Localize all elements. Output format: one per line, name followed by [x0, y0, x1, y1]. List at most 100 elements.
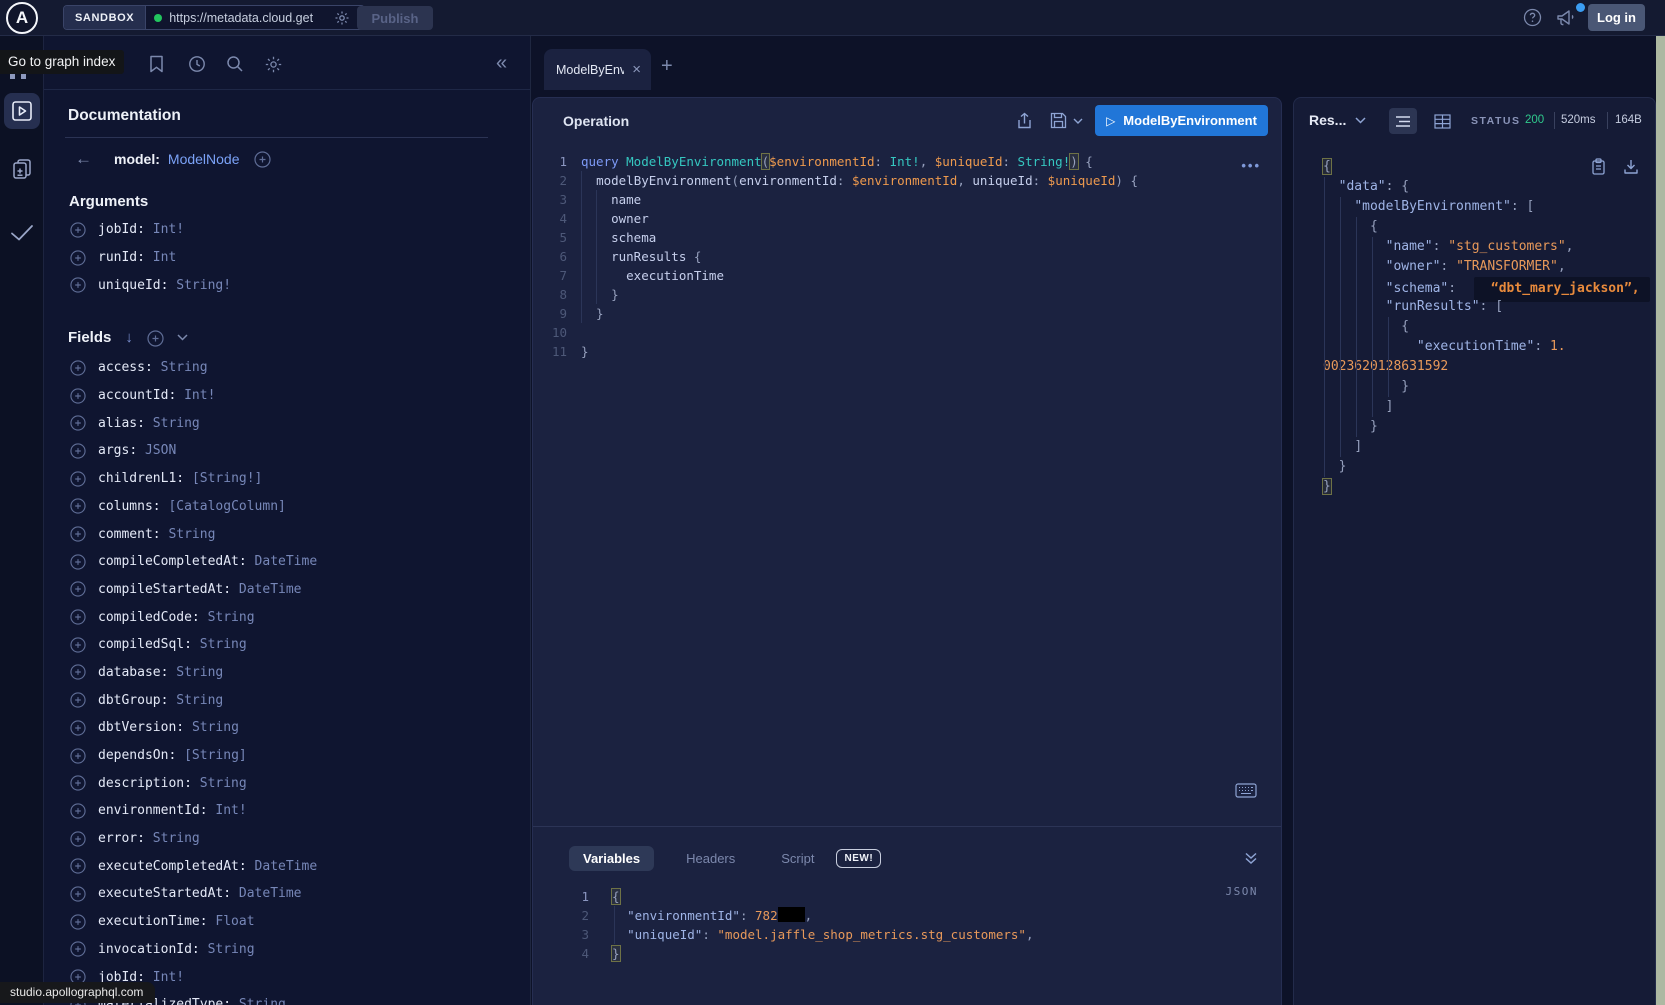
collapse-variables-chevron-icon[interactable]: [1244, 851, 1258, 865]
variables-editor[interactable]: JSON 1234 { "environmentId": 782, "uniqu…: [533, 879, 1281, 1005]
field-name[interactable]: args: [98, 443, 129, 458]
field-name[interactable]: invocationId: [98, 942, 192, 957]
tab-close-icon[interactable]: ×: [632, 62, 641, 77]
add-to-query-icon[interactable]: [70, 914, 86, 930]
field-type-link[interactable]: [CatalogColumn]: [168, 499, 285, 514]
operation-menu-icon[interactable]: •••: [1241, 158, 1261, 173]
code-line[interactable]: }: [1323, 417, 1651, 437]
add-to-query-icon[interactable]: [70, 443, 86, 459]
code-line[interactable]: }: [1323, 477, 1651, 497]
field-name[interactable]: access: [98, 360, 145, 375]
explorer-nav-button[interactable]: [4, 93, 40, 129]
field-name[interactable]: compiledCode: [98, 610, 192, 625]
field-type-link[interactable]: String: [176, 693, 223, 708]
endpoint-url[interactable]: https://metadata.cloud.get: [169, 11, 327, 25]
table-view-toggle[interactable]: [1428, 108, 1456, 134]
tab-variables[interactable]: Variables: [569, 846, 654, 871]
field-type-link[interactable]: String: [200, 776, 247, 791]
code-line[interactable]: owner: [581, 209, 1271, 228]
add-to-query-icon[interactable]: [70, 609, 86, 625]
add-to-query-icon[interactable]: [70, 360, 86, 376]
schema-field-row[interactable]: dependsOn: [String]: [44, 742, 530, 770]
code-line[interactable]: "data": {: [1323, 177, 1651, 197]
field-name[interactable]: environmentId: [98, 803, 200, 818]
sort-fields-icon[interactable]: ↓: [125, 329, 133, 346]
add-to-query-icon[interactable]: [70, 941, 86, 957]
code-line[interactable]: {: [612, 887, 1271, 906]
field-name[interactable]: jobId: [98, 222, 137, 237]
field-type-link[interactable]: ModelNode: [168, 151, 240, 167]
history-clock-icon[interactable]: [188, 55, 206, 73]
add-to-query-icon[interactable]: [70, 554, 86, 570]
schema-field-row[interactable]: comment: String: [44, 520, 530, 548]
add-to-query-icon[interactable]: [70, 748, 86, 764]
code-line[interactable]: }: [581, 342, 1271, 361]
field-type-link[interactable]: String!: [176, 278, 231, 293]
field-name[interactable]: executeStartedAt: [98, 886, 223, 901]
code-line[interactable]: {: [1323, 217, 1651, 237]
schema-field-row[interactable]: error: String: [44, 825, 530, 853]
field-type-link[interactable]: JSON: [145, 443, 176, 458]
schema-field-row[interactable]: uniqueId: String!: [44, 271, 530, 299]
schema-field-row[interactable]: dbtVersion: String: [44, 714, 530, 742]
field-name[interactable]: compileStartedAt: [98, 582, 223, 597]
field-name[interactable]: compileCompletedAt: [98, 554, 239, 569]
code-line[interactable]: {: [1323, 157, 1651, 177]
variables-code[interactable]: { "environmentId": 782, "uniqueId": "mod…: [612, 887, 1271, 963]
code-line[interactable]: "uniqueId": "model.jaffle_shop_metrics.s…: [612, 925, 1271, 944]
add-to-query-icon[interactable]: [70, 277, 86, 293]
tab-modelbyenvironment[interactable]: ModelByEnvi... ×: [544, 49, 651, 90]
code-line[interactable]: name: [581, 190, 1271, 209]
add-to-query-icon[interactable]: [70, 720, 86, 736]
keyboard-shortcuts-icon[interactable]: [1235, 783, 1257, 798]
schema-field-row[interactable]: compileStartedAt: DateTime: [44, 576, 530, 604]
code-line[interactable]: executionTime: [581, 266, 1271, 285]
schema-field-row[interactable]: compiledCode: String: [44, 603, 530, 631]
field-name[interactable]: runId: [98, 250, 137, 265]
graph-index-icon[interactable]: [10, 74, 26, 79]
field-type-link[interactable]: [String]: [184, 748, 247, 763]
code-line[interactable]: "environmentId": 782,: [612, 906, 1271, 925]
field-type-link[interactable]: DateTime: [239, 582, 302, 597]
code-line[interactable]: }: [581, 304, 1271, 323]
schema-field-row[interactable]: columns: [CatalogColumn]: [44, 493, 530, 521]
tree-view-toggle[interactable]: [1389, 108, 1417, 134]
code-line[interactable]: "modelByEnvironment": [: [1323, 197, 1651, 217]
fields-options-chevron-icon[interactable]: [177, 334, 188, 341]
add-field-plus-icon[interactable]: [254, 151, 270, 167]
field-name[interactable]: dependsOn: [98, 748, 168, 763]
field-type-link[interactable]: String: [239, 997, 286, 1005]
field-name[interactable]: uniqueId: [98, 278, 161, 293]
schema-diff-nav-button[interactable]: [4, 151, 40, 187]
collapse-panel-icon[interactable]: «: [496, 53, 507, 73]
add-to-query-icon[interactable]: [70, 858, 86, 874]
field-type-link[interactable]: Int!: [153, 970, 184, 985]
login-button[interactable]: Log in: [1588, 4, 1645, 31]
field-name[interactable]: childrenL1: [98, 471, 176, 486]
field-name[interactable]: accountId: [98, 388, 168, 403]
field-name[interactable]: description: [98, 776, 184, 791]
field-name[interactable]: dbtGroup: [98, 693, 161, 708]
tab-script[interactable]: Script: [767, 846, 828, 871]
add-to-query-icon[interactable]: [70, 637, 86, 653]
new-tab-button[interactable]: +: [661, 56, 673, 76]
schema-field-row[interactable]: args: JSON: [44, 437, 530, 465]
search-icon[interactable]: [226, 55, 244, 73]
field-type-link[interactable]: String: [153, 831, 200, 846]
code-line[interactable]: }: [612, 944, 1271, 963]
apollo-logo[interactable]: A: [6, 2, 38, 34]
schema-field-row[interactable]: compiledSql: String: [44, 631, 530, 659]
schema-field-row[interactable]: description: String: [44, 769, 530, 797]
field-type-link[interactable]: String: [168, 527, 215, 542]
field-type-link[interactable]: Int!: [184, 388, 215, 403]
field-name[interactable]: error: [98, 831, 137, 846]
field-type-link[interactable]: String: [208, 942, 255, 957]
field-type-link[interactable]: Float: [215, 914, 254, 929]
add-to-query-icon[interactable]: [70, 471, 86, 487]
field-type-link[interactable]: DateTime: [255, 859, 318, 874]
field-type-link[interactable]: String: [153, 416, 200, 431]
endpoint-settings-gear-icon[interactable]: [334, 10, 350, 26]
schema-field-row[interactable]: dbtGroup: String: [44, 686, 530, 714]
field-type-link[interactable]: String: [161, 360, 208, 375]
add-to-query-icon[interactable]: [70, 526, 86, 542]
